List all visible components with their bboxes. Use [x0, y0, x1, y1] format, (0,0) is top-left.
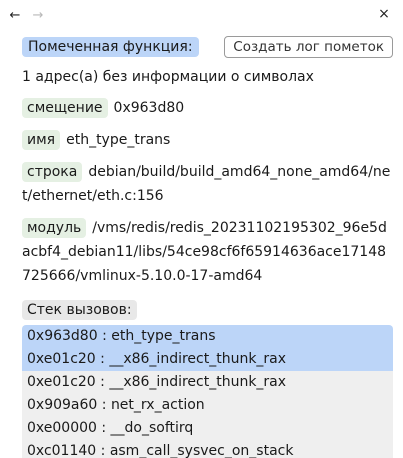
line-field: строка debian/build/build_amd64_none_amd6… — [22, 160, 393, 208]
header-row: Помеченная функция: Создать лог пометок — [22, 34, 393, 60]
module-label: модуль — [22, 218, 87, 238]
frame-address: 0xc01140 — [27, 443, 97, 458]
frame-address: 0xe00000 — [27, 420, 97, 436]
frame-separator: : — [95, 374, 110, 390]
offset-label: смещение — [22, 98, 108, 118]
frame-address: 0xe01c20 — [27, 374, 96, 390]
frame-address: 0xe01c20 — [27, 351, 96, 367]
stack-frame[interactable]: 0x963d80 : eth_type_trans — [22, 325, 393, 348]
frame-separator: : — [97, 328, 112, 344]
offset-field: смещение 0x963d80 — [22, 96, 393, 120]
call-stack-heading: Стек вызовов: — [22, 298, 393, 322]
module-field: модуль/vms/redis/redis_20231102195302_96… — [22, 216, 393, 288]
frame-separator: : — [96, 443, 110, 458]
frame-function: net_rx_action — [110, 397, 205, 413]
line-label: строка — [22, 162, 83, 182]
details-panel: Помеченная функция: Создать лог пометок … — [22, 34, 393, 458]
offset-value: 0x963d80 — [113, 100, 185, 116]
frame-function: eth_type_trans — [111, 328, 216, 344]
stack-frame[interactable]: 0xe01c20 : __x86_indirect_thunk_rax — [22, 348, 393, 371]
name-value: eth_type_trans — [66, 132, 171, 148]
forward-arrow-icon[interactable]: → — [29, 6, 47, 24]
symbol-info-text: 1 адрес(а) без информации о символах — [22, 69, 314, 85]
create-log-button[interactable]: Создать лог пометок — [224, 36, 393, 58]
call-stack-list: 0x963d80 : eth_type_trans 0xe01c20 : __x… — [22, 325, 393, 458]
frame-separator: : — [95, 351, 110, 367]
name-label: имя — [22, 130, 61, 150]
name-field: имя eth_type_trans — [22, 128, 393, 152]
frame-function: __x86_indirect_thunk_rax — [109, 374, 287, 390]
close-icon[interactable]: × — [375, 5, 393, 23]
frame-function: asm_call_sysvec_on_stack — [109, 443, 294, 458]
frame-address: 0x963d80 — [27, 328, 98, 344]
stack-frame[interactable]: 0xe00000 : __do_softirq — [22, 417, 393, 440]
back-arrow-icon[interactable]: ← — [6, 6, 24, 24]
highlighted-function-title: Помеченная функция: — [22, 37, 199, 57]
frame-separator: : — [96, 420, 111, 436]
stack-frame[interactable]: 0xe01c20 : __x86_indirect_thunk_rax — [22, 371, 393, 394]
stack-frame[interactable]: 0x909a60 : net_rx_action — [22, 394, 393, 417]
call-stack-title: Стек вызовов: — [22, 300, 137, 320]
stack-frame[interactable]: 0xc01140 : asm_call_sysvec_on_stack — [22, 440, 393, 458]
frame-function: __x86_indirect_thunk_rax — [109, 351, 287, 367]
frame-separator: : — [97, 397, 111, 413]
frame-function: __do_softirq — [110, 420, 194, 436]
top-bar: ← → × — [0, 0, 403, 30]
frame-address: 0x909a60 — [27, 397, 98, 413]
